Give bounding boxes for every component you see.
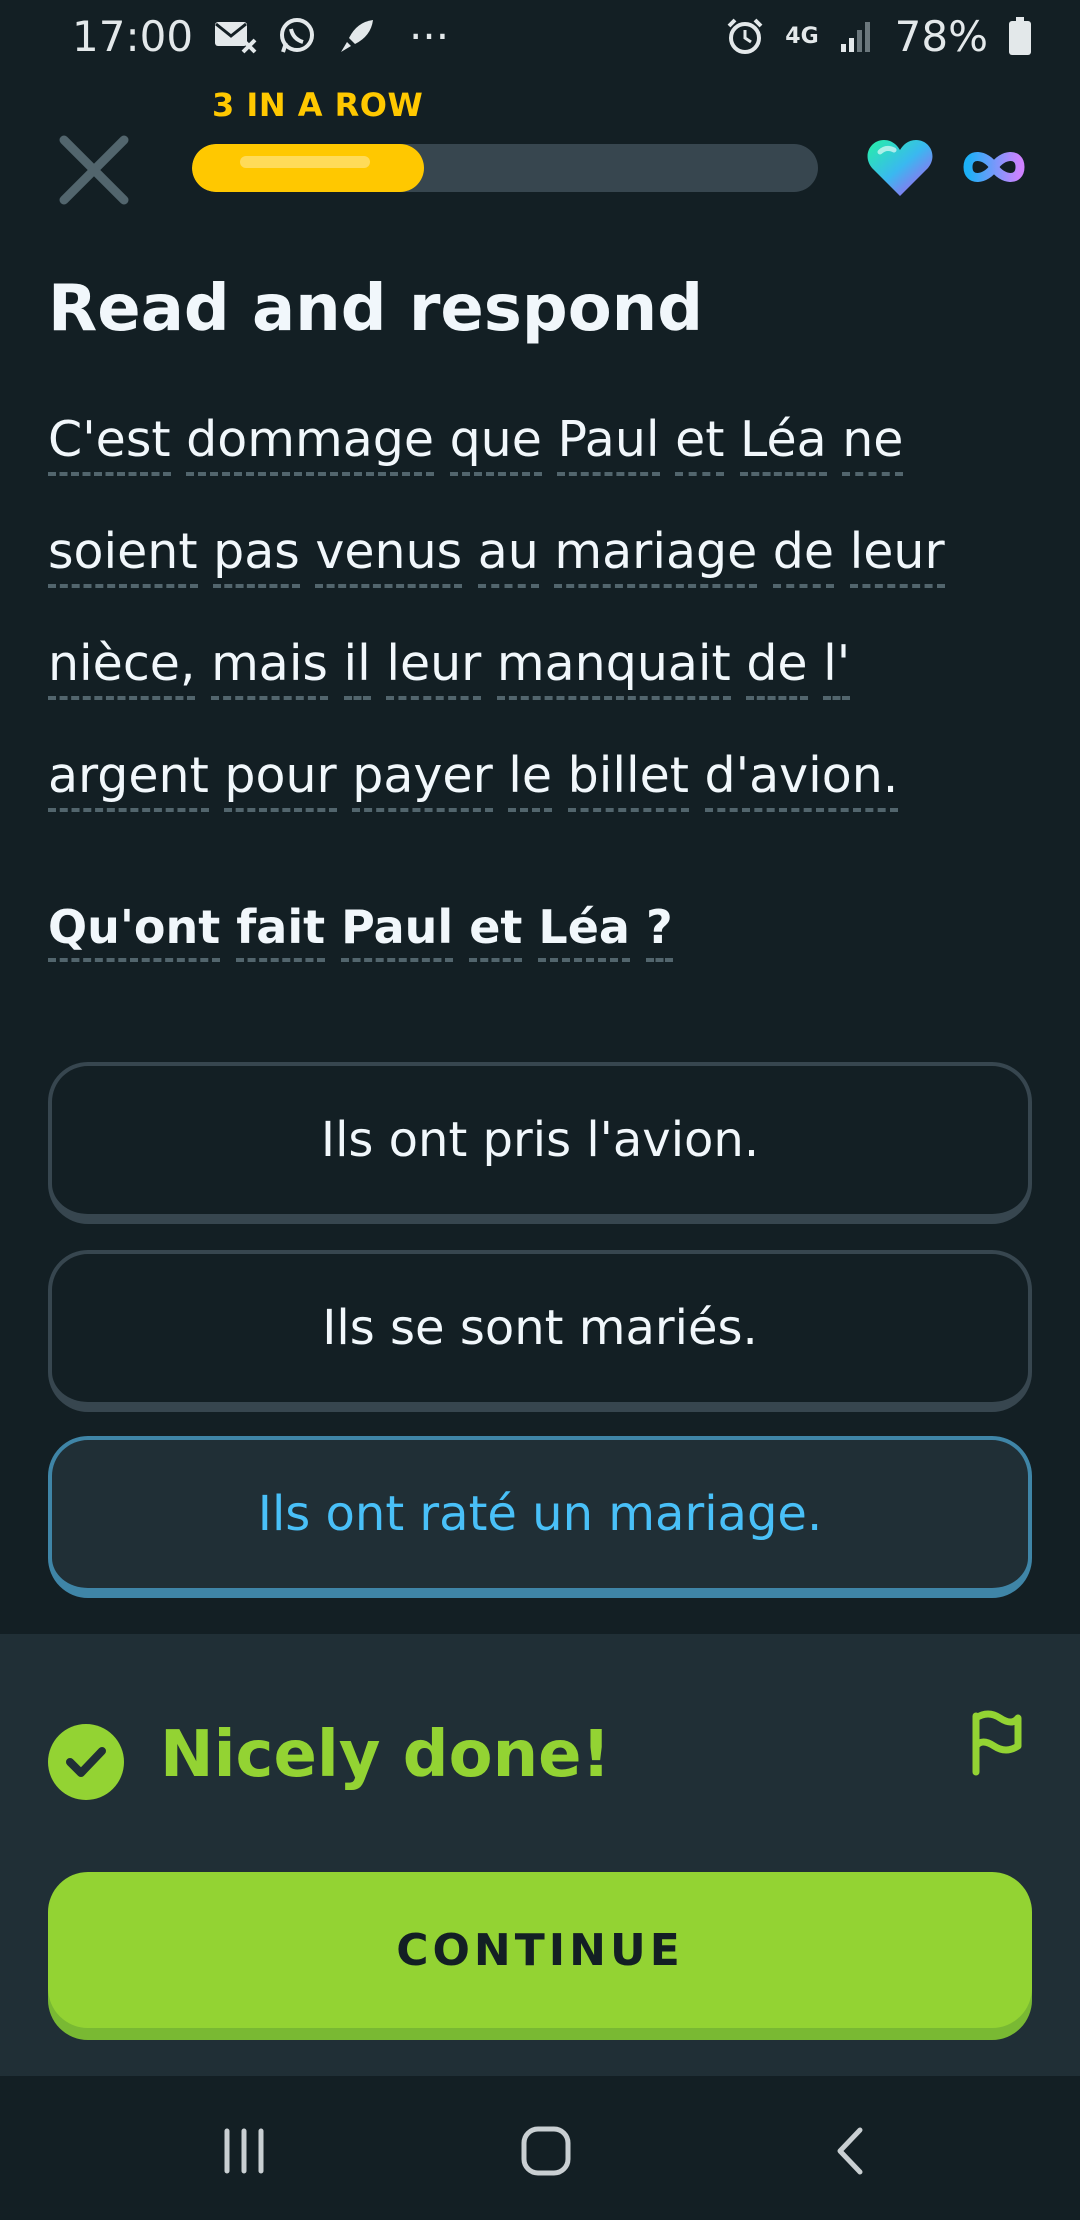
status-right: 4G 78%: [725, 12, 1032, 61]
passage-word[interactable]: argent: [48, 747, 209, 812]
question-word[interactable]: Paul: [341, 900, 454, 962]
more-notifications: ···: [409, 11, 450, 61]
whatsapp-icon: [277, 16, 317, 56]
passage-word[interactable]: soient: [48, 523, 198, 588]
question-word[interactable]: et: [469, 900, 523, 962]
status-left: 17:00 ···: [72, 12, 449, 61]
passage-word[interactable]: payer: [352, 747, 493, 812]
infinity-icon: [963, 152, 1025, 182]
battery-icon: [1008, 16, 1032, 56]
question-word[interactable]: Léa: [538, 900, 630, 962]
lesson-progress-bar: [192, 144, 818, 192]
home-icon: [521, 2126, 571, 2176]
passage-word[interactable]: venus: [315, 523, 463, 588]
recent-apps-icon: [224, 2128, 264, 2174]
home-button[interactable]: [506, 2116, 586, 2186]
answer-option-2[interactable]: Ils se sont mariés.: [48, 1250, 1032, 1412]
passage-word[interactable]: nièce,: [48, 635, 196, 700]
reading-passage: C'est dommage que Paul et Léa ne soient p…: [48, 384, 1028, 832]
question-word[interactable]: ?: [645, 900, 673, 962]
passage-word[interactable]: au: [477, 523, 539, 588]
passage-word[interactable]: le: [508, 747, 553, 812]
status-bar: 17:00 ··· 4G 78%: [0, 0, 1080, 72]
passage-word[interactable]: de: [746, 635, 808, 700]
passage-word[interactable]: que: [449, 411, 542, 476]
passage-line: C'est dommage que Paul et Léa ne: [48, 384, 1028, 496]
passage-word[interactable]: il: [343, 635, 371, 700]
question-word[interactable]: Qu'ont: [48, 900, 221, 962]
answer-option-1[interactable]: Ils ont pris l'avion.: [48, 1062, 1032, 1224]
passage-line: argent pour payer le billet d'avion.: [48, 720, 1028, 832]
passage-word[interactable]: C'est: [48, 411, 171, 476]
report-flag-icon[interactable]: [966, 1708, 1026, 1776]
passage-word[interactable]: mariage: [554, 523, 758, 588]
passage-word[interactable]: leur: [386, 635, 482, 700]
passage-word[interactable]: dommage: [186, 411, 434, 476]
exercise-title: Read and respond: [48, 272, 704, 346]
passage-word[interactable]: Paul: [557, 411, 660, 476]
passage-line: soient pas venus au mariage de leur: [48, 496, 1028, 608]
passage-word[interactable]: manquait: [496, 635, 731, 700]
progress-shine: [240, 156, 370, 168]
passage-word[interactable]: de: [772, 523, 835, 588]
close-button[interactable]: [52, 128, 136, 212]
streak-label: 3 IN A ROW: [212, 86, 424, 124]
passage-word[interactable]: et: [675, 411, 725, 476]
signal-icon: [839, 18, 875, 54]
recent-apps-button[interactable]: [204, 2116, 284, 2186]
passage-word[interactable]: Léa: [740, 411, 827, 476]
missed-mail-icon: [213, 18, 257, 54]
passage-word[interactable]: billet: [567, 747, 689, 812]
continue-button[interactable]: CONTINUE: [48, 1872, 1032, 2028]
heart-icon: [867, 140, 933, 196]
status-time: 17:00: [72, 11, 194, 61]
back-icon: [837, 2127, 863, 2175]
check-badge: [48, 1724, 124, 1800]
passage-word[interactable]: mais: [211, 635, 328, 700]
question-word[interactable]: fait: [236, 900, 326, 962]
back-button[interactable]: [810, 2116, 890, 2186]
battery-percent: 78%: [894, 11, 988, 61]
passage-word[interactable]: pas: [213, 523, 300, 588]
progress-fill: [192, 144, 424, 192]
feedback-message: Nicely done!: [160, 1718, 611, 1792]
passage-word[interactable]: pour: [224, 747, 337, 812]
answer-option-3-selected[interactable]: Ils ont raté un mariage.: [48, 1436, 1032, 1598]
passage-line: nièce, mais il leur manquait de l': [48, 608, 1028, 720]
question-text: Qu'ont fait Paul et Léa ?: [48, 900, 1028, 962]
passage-word[interactable]: ne: [842, 411, 904, 476]
rocket-icon: [337, 16, 377, 56]
passage-word[interactable]: l': [823, 635, 851, 700]
passage-word[interactable]: leur: [849, 523, 945, 588]
alarm-icon: [725, 16, 765, 56]
checkmark-icon: [66, 1747, 106, 1777]
network-type: 4G: [785, 23, 819, 49]
passage-word[interactable]: d'avion.: [704, 747, 899, 812]
close-icon: [59, 135, 129, 205]
